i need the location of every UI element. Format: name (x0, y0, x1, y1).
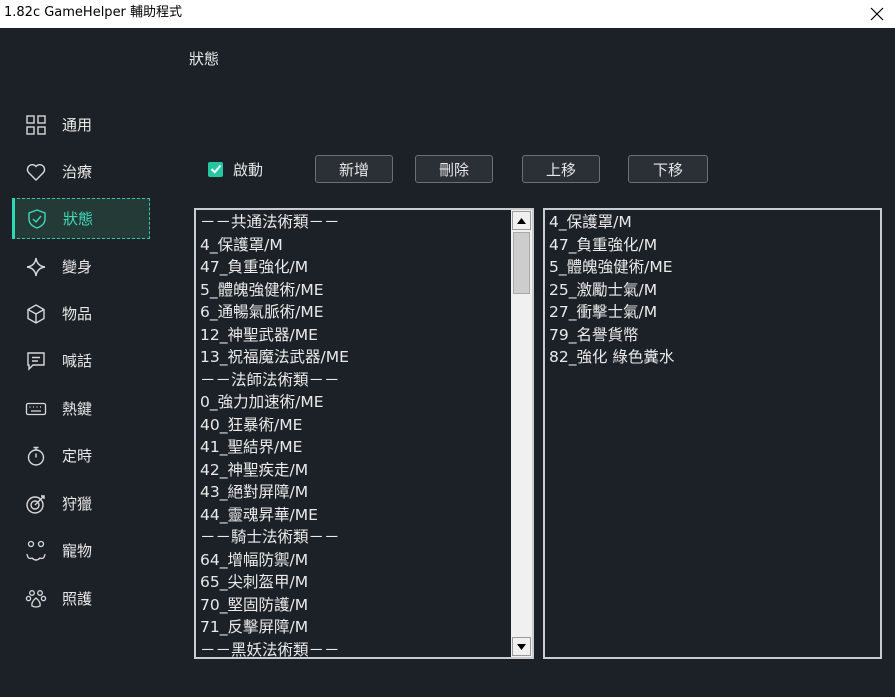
list-item[interactable]: 4_保護罩/M (198, 234, 510, 257)
list-item[interactable]: 5_體魄強健術/ME (198, 279, 510, 302)
sidebar-item-label: 變身 (62, 258, 93, 276)
list-item[interactable]: －－騎士法術類－－ (198, 526, 510, 549)
add-button[interactable]: 新增 (315, 155, 393, 183)
close-button[interactable] (861, 3, 893, 25)
list-item[interactable]: 41_聖結界/ME (198, 436, 510, 459)
scroll-up-button[interactable] (512, 211, 531, 230)
sparkle-icon (24, 255, 48, 279)
sidebar-item-label: 定時 (62, 447, 93, 465)
close-icon (870, 7, 884, 21)
list-item[interactable]: 65_尖刺盔甲/M (198, 571, 510, 594)
cube-icon (24, 302, 48, 326)
sidebar-item-pet[interactable]: 寵物 (12, 530, 150, 571)
arrow-up-icon (517, 217, 526, 224)
paw-icon (24, 587, 48, 611)
list-item[interactable]: 64_增幅防禦/M (198, 549, 510, 572)
window-title: 1.82c GameHelper 輔助程式 (4, 5, 183, 20)
list-item[interactable]: 4_保護罩/M (547, 211, 880, 234)
sidebar-item-hunt[interactable]: 狩獵 (12, 483, 150, 524)
sidebar-item-timer[interactable]: 定時 (12, 435, 150, 476)
enable-label: 啟動 (233, 160, 264, 179)
list-item[interactable]: －－法師法術類－－ (198, 369, 510, 392)
list-item[interactable]: －－共通法術類－－ (198, 211, 510, 234)
list-item[interactable]: 79_名譽貨幣 (547, 324, 880, 347)
shield-icon (25, 207, 49, 231)
list-item[interactable]: 13_祝福魔法武器/ME (198, 346, 510, 369)
available-skills-list[interactable]: －－共通法術類－－ 4_保護罩/M 47_負重強化/M 5_體魄強健術/ME 6_通暢氣… (194, 208, 534, 659)
list-item[interactable]: 25_激勵士氣/M (547, 279, 880, 302)
sidebar-item-label: 喊話 (62, 352, 93, 370)
move-down-button[interactable]: 下移 (628, 155, 708, 183)
target-icon (24, 492, 48, 516)
arrow-down-icon (517, 643, 526, 650)
list-item[interactable]: 0_強力加速術/ME (198, 391, 510, 414)
sidebar-item-label: 通用 (62, 116, 93, 134)
list-item[interactable]: 12_神聖武器/ME (198, 324, 510, 347)
enable-checkbox[interactable] (208, 161, 223, 177)
sidebar-item-items[interactable]: 物品 (12, 293, 150, 334)
list-item[interactable]: 44_靈魂昇華/ME (198, 504, 510, 527)
sidebar-item-label: 物品 (62, 305, 93, 323)
title-bar: 1.82c GameHelper 輔助程式 (0, 0, 895, 28)
scroll-thumb[interactable] (513, 232, 530, 294)
sidebar-item-label: 狩獵 (62, 495, 93, 513)
keyboard-icon (24, 397, 48, 421)
sidebar-item-general[interactable]: 通用 (12, 104, 150, 145)
list-item[interactable]: 5_體魄強健術/ME (547, 256, 880, 279)
sidebar-item-label: 寵物 (62, 542, 93, 560)
scrollbar[interactable] (511, 210, 532, 657)
list-item[interactable]: 47_負重強化/M (198, 256, 510, 279)
check-icon (210, 164, 221, 174)
stopwatch-icon (24, 444, 48, 468)
page-title: 狀態 (189, 50, 220, 68)
chat-icon (24, 349, 48, 373)
list-item[interactable]: －－黑妖法術類－－ (198, 639, 510, 658)
grid-icon (24, 113, 48, 137)
pet-face-icon (24, 539, 48, 563)
list-item[interactable]: 27_衝擊士氣/M (547, 301, 880, 324)
sidebar-item-transform[interactable]: 變身 (12, 246, 150, 287)
delete-button[interactable]: 刪除 (415, 155, 493, 183)
scroll-down-button[interactable] (512, 637, 531, 656)
list-item[interactable]: 71_反擊屏障/M (198, 616, 510, 639)
list-item[interactable]: 82_強化 綠色糞水 (547, 346, 880, 369)
selected-skills-list[interactable]: 4_保護罩/M 47_負重強化/M 5_體魄強健術/ME 25_激勵士氣/M 27_衝擊… (543, 208, 882, 659)
enable-toggle[interactable]: 啟動 (208, 159, 263, 179)
sidebar-item-label: 狀態 (63, 210, 94, 228)
move-up-button[interactable]: 上移 (522, 155, 600, 183)
list-item[interactable]: 70_堅固防護/M (198, 594, 510, 617)
list-item[interactable]: 43_絕對屏障/M (198, 481, 510, 504)
list-item[interactable]: 40_狂暴術/ME (198, 414, 510, 437)
sidebar-item-hotkey[interactable]: 熱鍵 (12, 388, 150, 429)
sidebar-item-label: 照護 (62, 590, 93, 608)
sidebar-item-status[interactable]: 狀態 (12, 198, 150, 239)
sidebar-item-label: 熱鍵 (62, 400, 93, 418)
heart-icon (24, 160, 48, 184)
sidebar-item-heal[interactable]: 治療 (12, 151, 150, 192)
sidebar-item-care[interactable]: 照護 (12, 578, 150, 619)
sidebar-item-label: 治療 (62, 163, 93, 181)
list-item[interactable]: 42_神聖疾走/M (198, 459, 510, 482)
sidebar-item-shout[interactable]: 喊話 (12, 340, 150, 381)
list-item[interactable]: 47_負重強化/M (547, 234, 880, 257)
list-item[interactable]: 6_通暢氣脈術/ME (198, 301, 510, 324)
